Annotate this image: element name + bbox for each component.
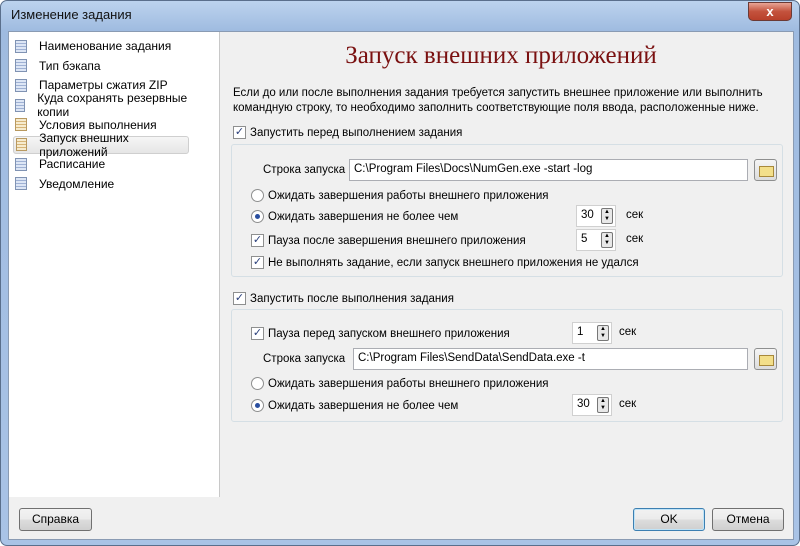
radio-icon (251, 399, 264, 412)
window-title: Изменение задания (11, 7, 132, 22)
page-title: Запуск внешних приложений (345, 42, 657, 69)
up-down-arrows-icon[interactable]: ▲ ▼ (601, 232, 613, 248)
page-icon (15, 78, 27, 92)
radio-icon (251, 210, 264, 223)
checkbox-label: Пауза перед запуском внешнего приложения (268, 327, 510, 340)
before-cmd-input[interactable]: C:\Program Files\Docs\NumGen.exe -start … (349, 159, 748, 181)
page-icon (15, 98, 26, 112)
page-icon (15, 177, 27, 191)
checkbox-label: Не выполнять задание, если запуск внешне… (268, 256, 639, 269)
run-after-checkbox[interactable]: ✓ Запустить после выполнения задания (233, 292, 454, 305)
page-icon (15, 59, 27, 73)
close-button[interactable]: x (748, 2, 792, 21)
spinner-value: 30 (577, 398, 590, 410)
before-wait-finish-radio[interactable]: Ожидать завершения работы внешнего прило… (251, 189, 548, 202)
radio-label: Ожидать завершения не более чем (268, 210, 459, 223)
page-icon (15, 118, 27, 132)
sidebar-item[interactable]: Уведомление (13, 175, 189, 193)
checkbox-icon: ✓ (233, 292, 246, 305)
sidebar: Наименование задания Тип бэкапа Параметры … (9, 32, 220, 497)
main-panel: Запуск внешних приложений Если до или по… (221, 32, 793, 497)
unit-label: сек (626, 233, 644, 245)
radio-label: Ожидать завершения не более чем (268, 399, 459, 412)
radio-label: Ожидать завершения работы внешнего прило… (268, 189, 549, 202)
run-before-label: Запустить перед выполнением задания (250, 126, 463, 139)
unit-label: сек (619, 398, 637, 410)
spinner-value: 1 (577, 326, 584, 338)
sidebar-item-label: Наименование задания (39, 39, 172, 53)
before-pause-checkbox[interactable]: ✓ Пауза после завершения внешнего приложе… (251, 234, 526, 247)
cancel-button[interactable]: Отмена (712, 508, 784, 531)
sidebar-item-label: Расписание (39, 157, 106, 172)
sidebar-item-label: Уведомление (39, 176, 115, 191)
run-after-label: Запустить после выполнения задания (250, 292, 454, 305)
page-icon (16, 138, 28, 151)
radio-icon (251, 377, 264, 390)
page-icon (15, 39, 27, 53)
sidebar-item[interactable]: Тип бэкапа (13, 57, 189, 75)
up-down-arrows-icon[interactable]: ▲ ▼ (601, 208, 613, 224)
page-icon (15, 157, 27, 171)
dialog-window: Изменение задания x Наименование задания… (0, 0, 800, 546)
dialog-client: Наименование задания Тип бэкапа Параметры … (8, 31, 794, 540)
help-button[interactable]: Справка (19, 508, 92, 531)
description: Если до или после выполнения задания тре… (233, 87, 763, 114)
before-wait-max-spinner[interactable]: 30 ▲ ▼ (576, 205, 616, 227)
checkbox-icon: ✓ (251, 256, 264, 269)
before-wait-max-radio[interactable]: Ожидать завершения не более чем (251, 210, 458, 223)
sidebar-item[interactable]: Расписание (13, 155, 189, 173)
sidebar-item[interactable]: Куда сохранять резервные копии (13, 91, 189, 119)
before-skip-checkbox[interactable]: ✓ Не выполнять задание, если запуск внешн… (251, 256, 639, 269)
after-pause-spinner[interactable]: 1 ▲ ▼ (572, 322, 612, 344)
after-pause-checkbox[interactable]: ✓ Пауза перед запуском внешнего приложени… (251, 327, 510, 340)
radio-icon (251, 189, 264, 202)
checkbox-label: Пауза после завершения внешнего приложен… (268, 234, 526, 247)
sidebar-item[interactable]: Запуск внешних приложений (13, 131, 189, 159)
run-before-checkbox[interactable]: ✓ Запустить перед выполнением задания (233, 126, 462, 139)
checkbox-icon: ✓ (251, 327, 264, 340)
sidebar-item-label: Тип бэкапа (39, 58, 101, 73)
checkbox-icon: ✓ (251, 234, 264, 247)
before-pause-spinner[interactable]: 5 ▲ ▼ (576, 229, 616, 251)
after-cmd-label: Строка запуска (263, 353, 346, 365)
up-down-arrows-icon[interactable]: ▲ ▼ (597, 397, 609, 413)
after-wait-finish-radio[interactable]: Ожидать завершения работы внешнего прило… (251, 377, 548, 390)
before-browse-folder-button[interactable] (754, 159, 777, 181)
after-cmd-input[interactable]: C:\Program Files\SendData\SendData.exe -… (353, 348, 748, 370)
radio-label: Ожидать завершения работы внешнего прило… (268, 377, 549, 390)
unit-label: сек (626, 209, 644, 221)
spinner-value: 5 (581, 233, 588, 245)
sidebar-item[interactable]: Наименование задания (13, 37, 189, 55)
up-down-arrows-icon[interactable]: ▲ ▼ (597, 325, 609, 341)
before-cmd-label: Строка запуска (263, 164, 346, 176)
ok-button[interactable]: OK (633, 508, 705, 531)
checkbox-icon: ✓ (233, 126, 246, 139)
after-wait-max-radio[interactable]: Ожидать завершения не более чем (251, 399, 458, 412)
spinner-value: 30 (581, 209, 594, 221)
unit-label: сек (619, 326, 637, 338)
after-wait-max-spinner[interactable]: 30 ▲ ▼ (572, 394, 612, 416)
after-browse-folder-button[interactable] (754, 348, 777, 370)
